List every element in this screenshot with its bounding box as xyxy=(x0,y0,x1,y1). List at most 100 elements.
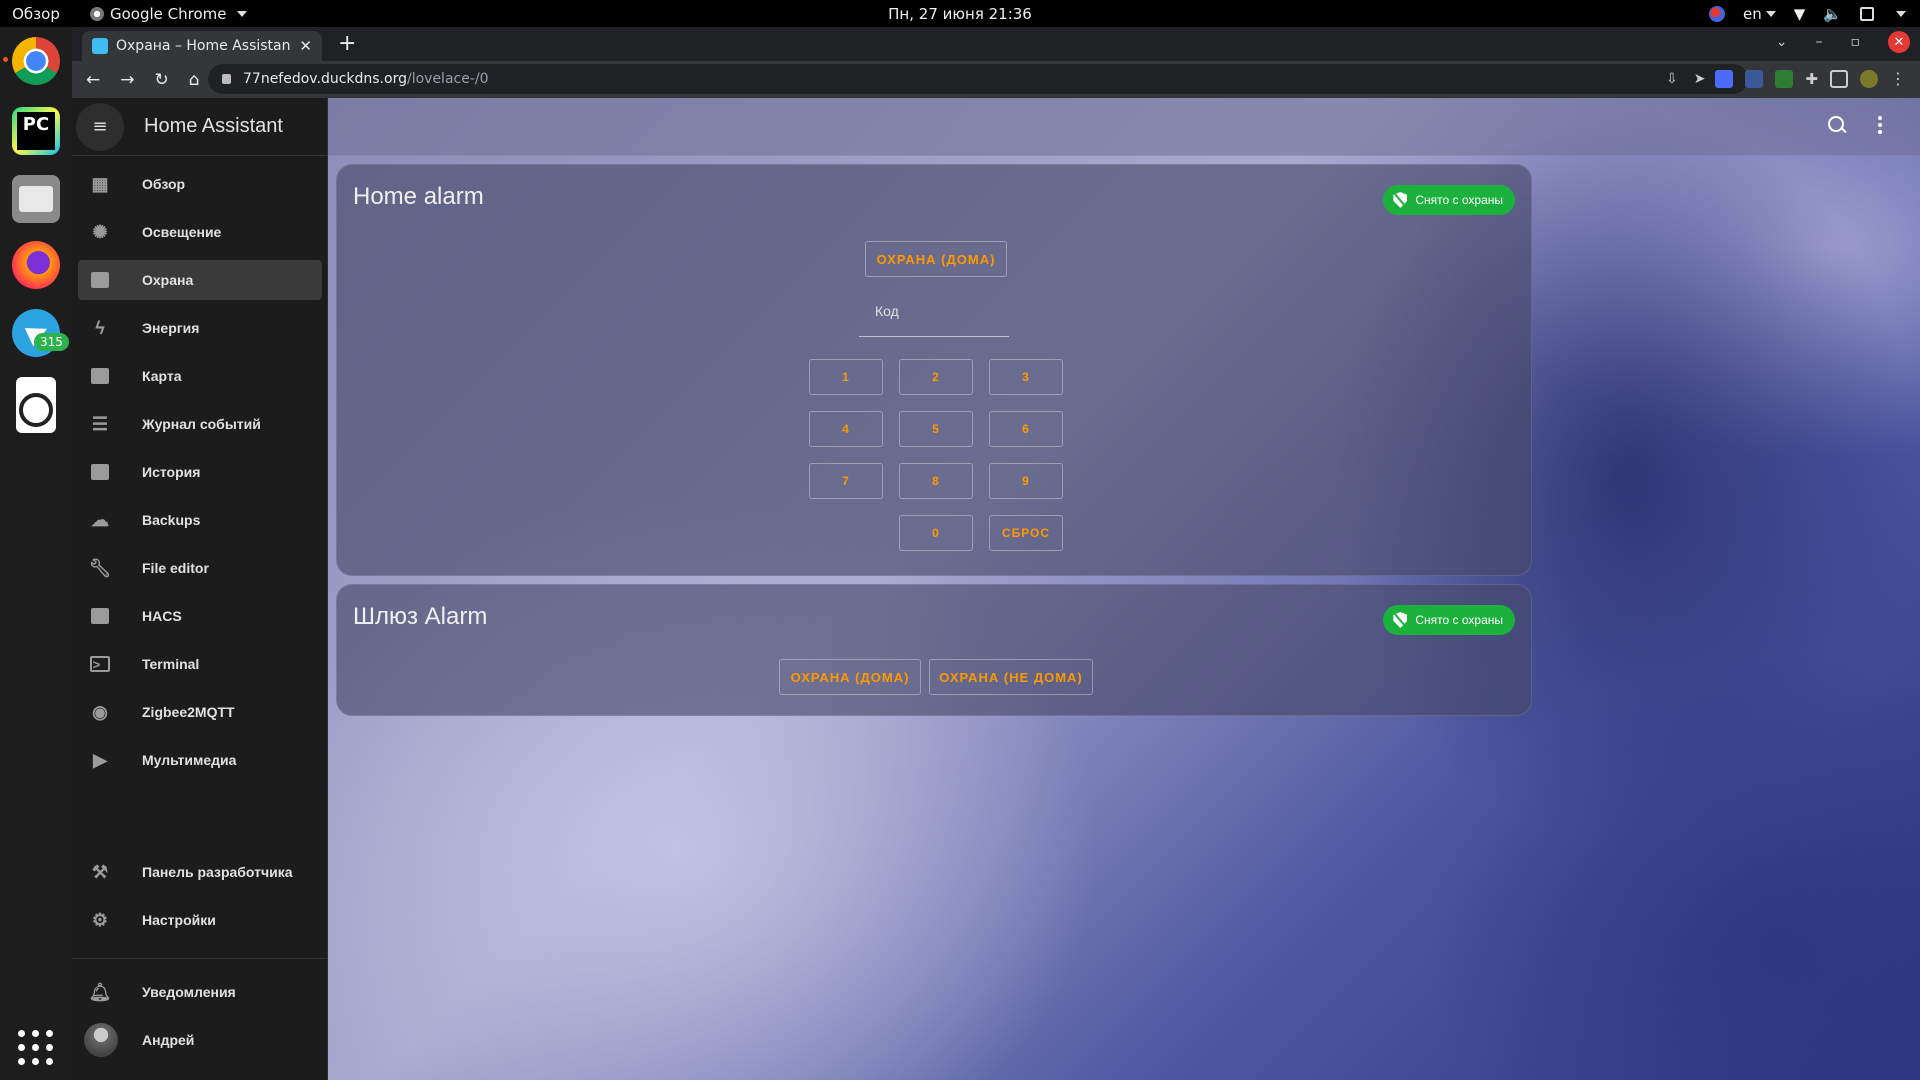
minimize-icon[interactable]: – xyxy=(1816,34,1823,50)
reload-icon[interactable]: ↻ xyxy=(155,70,169,90)
green-extension-icon[interactable] xyxy=(1775,69,1794,88)
close-window-icon[interactable]: ✕ xyxy=(1888,31,1910,53)
sidebar-item-security[interactable]: Охрана xyxy=(78,260,322,300)
bell-icon: 🔔︎ xyxy=(88,981,112,1002)
keyboard-layout[interactable]: en xyxy=(1743,5,1776,23)
keypad-4-button[interactable]: 4 xyxy=(809,411,883,447)
sidebar-item-history[interactable]: История xyxy=(78,452,322,492)
wifi-icon[interactable]: ▼ xyxy=(1794,5,1806,23)
sidebar-item-label: Панель разработчика xyxy=(142,864,293,880)
tab-strip: Охрана – Home Assistant ✕ + ⌄ – ▫ ✕ xyxy=(72,27,1920,61)
sidebar-item-label: Охрана xyxy=(142,272,194,288)
status-badge[interactable]: Снято с охраны xyxy=(1383,605,1515,635)
chrome-icon[interactable] xyxy=(12,37,60,85)
sidebar-item-overview[interactable]: ▦ Обзор xyxy=(78,164,322,204)
status-badge[interactable]: Снято с охраны xyxy=(1383,185,1515,215)
sidebar-item-terminal[interactable]: >_ Terminal xyxy=(78,644,322,684)
sidebar-item-label: История xyxy=(142,464,201,480)
lock-icon[interactable] xyxy=(222,74,231,84)
activities-button[interactable]: Обзор xyxy=(0,5,72,23)
keypad-0-button[interactable]: 0 xyxy=(899,515,973,551)
keypad-clear-button[interactable]: СБРОС xyxy=(989,515,1063,551)
chevron-down-icon[interactable] xyxy=(1896,10,1906,17)
code-label: Код xyxy=(875,303,899,319)
arm-away-button[interactable]: ОХРАНА (НЕ ДОМА) xyxy=(929,659,1093,695)
battery-icon[interactable] xyxy=(1860,6,1874,21)
sidebar-item-notifications[interactable]: 🔔︎ Уведомления xyxy=(78,972,322,1012)
sidebar-item-lighting[interactable]: ✺ Освещение xyxy=(78,212,322,252)
back-icon[interactable]: ← xyxy=(86,70,100,90)
firefox-icon[interactable] xyxy=(12,241,60,289)
sidebar-item-label: Энергия xyxy=(142,320,200,336)
sidebar-item-label: Освещение xyxy=(142,224,222,240)
translate-extension-icon[interactable] xyxy=(1715,69,1734,88)
play-box-icon: ▶ xyxy=(93,749,107,770)
sidebar-item-zigbee2mqtt[interactable]: ◉ Zigbee2MQTT xyxy=(78,692,322,732)
lightning-icon: ϟ xyxy=(95,317,105,338)
sidebar-item-profile[interactable]: Андрей xyxy=(78,1020,322,1060)
keypad-8-button[interactable]: 8 xyxy=(899,463,973,499)
browser-tab[interactable]: Охрана – Home Assistant ✕ xyxy=(82,31,322,61)
keypad-7-button[interactable]: 7 xyxy=(809,463,883,499)
speaker-app-icon[interactable] xyxy=(16,377,56,433)
keypad-1-button[interactable]: 1 xyxy=(809,359,883,395)
app-menu[interactable]: Google Chrome xyxy=(90,5,247,23)
screen-recorder-icon[interactable] xyxy=(1709,5,1726,22)
browser-toolbar: ← → ↻ ⌂ 77nefedov.duckdns.org/lovelace-/… xyxy=(72,61,1920,98)
side-panel-icon[interactable] xyxy=(1830,69,1848,88)
share-icon[interactable]: ➤ xyxy=(1694,71,1706,87)
sidebar-item-file-editor[interactable]: 🔧︎ File editor xyxy=(78,548,322,588)
search-icon[interactable] xyxy=(1828,116,1848,136)
sidebar-item-developer-tools[interactable]: ⚒ Панель разработчика xyxy=(78,852,322,892)
sidebar-item-energy[interactable]: ϟ Энергия xyxy=(78,308,322,348)
files-icon[interactable] xyxy=(12,175,60,223)
clock[interactable]: Пн, 27 июня 21:36 xyxy=(888,5,1032,23)
new-tab-icon[interactable]: + xyxy=(338,31,356,56)
sidebar-item-backups[interactable]: ☁ Backups xyxy=(78,500,322,540)
sidebar-item-map[interactable]: Карта xyxy=(78,356,322,396)
address-bar[interactable]: 77nefedov.duckdns.org/lovelace-/0 ⇩ ➤ ☆ xyxy=(208,64,1748,94)
install-icon[interactable]: ⇩ xyxy=(1666,71,1678,87)
keypad-5-button[interactable]: 5 xyxy=(899,411,973,447)
volume-icon[interactable]: 🔈 xyxy=(1823,5,1842,23)
sidebar-item-media[interactable]: ▶ Мультимедиа xyxy=(78,740,322,780)
sidebar-item-hacs[interactable]: HACS xyxy=(78,596,322,636)
close-tab-icon[interactable]: ✕ xyxy=(299,37,312,55)
extensions-puzzle-icon[interactable]: ✚ xyxy=(1805,70,1818,88)
keypad-3-button[interactable]: 3 xyxy=(989,359,1063,395)
dock: PC 315 xyxy=(0,27,72,1080)
cloud-icon: ☁ xyxy=(91,509,109,530)
pycharm-icon[interactable]: PC xyxy=(12,107,60,155)
window-controls: ⌄ – ▫ ✕ xyxy=(1776,31,1910,53)
forward-icon[interactable]: → xyxy=(120,70,134,90)
arm-home-button[interactable]: ОХРАНА (ДОМА) xyxy=(779,659,921,695)
url-host: 77nefedov.duckdns.org xyxy=(243,71,407,87)
tab-search-icon[interactable]: ⌄ xyxy=(1776,34,1788,50)
navigation-buttons: ← → ↻ ⌂ xyxy=(86,70,200,90)
table-icon xyxy=(90,270,110,290)
status-label: Снято с охраны xyxy=(1415,613,1503,627)
sidebar-item-settings[interactable]: ⚙ Настройки xyxy=(78,900,322,940)
maximize-icon[interactable]: ▫ xyxy=(1851,34,1861,50)
system-tray: en ▼ 🔈 xyxy=(1709,5,1906,23)
show-applications-icon[interactable] xyxy=(18,1029,54,1065)
shield-off-icon xyxy=(1393,192,1408,208)
profile-avatar-icon[interactable] xyxy=(1860,69,1878,88)
ha-header xyxy=(328,98,1920,156)
code-input[interactable]: Код xyxy=(859,293,1009,337)
keypad-9-button[interactable]: 9 xyxy=(989,463,1063,499)
gear-icon: ⚙ xyxy=(91,909,109,930)
map-account-icon xyxy=(90,366,110,386)
menu-collapse-icon[interactable]: ≡ xyxy=(76,102,124,151)
home-icon[interactable]: ⌂ xyxy=(189,70,200,90)
keypad-6-button[interactable]: 6 xyxy=(989,411,1063,447)
sidebar-item-logbook[interactable]: ☰ Журнал событий xyxy=(78,404,322,444)
arm-home-button[interactable]: ОХРАНА (ДОМА) xyxy=(865,241,1007,277)
sidebar-divider xyxy=(72,958,327,959)
sidebar-item-label: Обзор xyxy=(142,176,186,192)
overflow-menu-icon[interactable] xyxy=(1878,116,1882,134)
chrome-menu-icon[interactable]: ⋮ xyxy=(1890,69,1906,88)
sidebar-item-label: Уведомления xyxy=(142,984,236,1000)
keypad-2-button[interactable]: 2 xyxy=(899,359,973,395)
nl-extension-icon[interactable] xyxy=(1745,69,1764,88)
